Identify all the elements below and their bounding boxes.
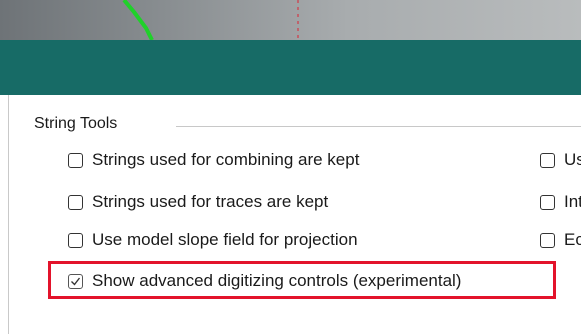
option-trace-strings-kept[interactable]: Strings used for traces are kept (68, 192, 328, 212)
option-label: Us (564, 150, 581, 169)
checkbox[interactable] (540, 194, 555, 210)
option-combining-strings-kept[interactable]: Strings used for combining are kept (68, 150, 359, 170)
option-label: Strings used for combining are kept (92, 150, 360, 169)
option-right-1[interactable]: Us (540, 150, 581, 170)
option-label: Use model slope field for projection (92, 230, 358, 249)
header-bar (0, 40, 581, 95)
checkbox[interactable] (68, 152, 83, 168)
option-model-slope-projection[interactable]: Use model slope field for projection (68, 230, 358, 250)
checkbox[interactable] (540, 232, 555, 248)
option-label: Int (564, 192, 581, 211)
option-label: Ec (564, 230, 581, 249)
checkbox[interactable] (68, 232, 83, 248)
checkbox[interactable] (540, 152, 555, 168)
map-background (0, 0, 581, 40)
option-right-2[interactable]: Int (540, 192, 581, 212)
highlight-box (48, 261, 556, 299)
checkbox[interactable] (68, 194, 83, 210)
right-column-clip: Ec (536, 230, 581, 252)
group-divider (176, 126, 581, 127)
right-column-clip: Us (536, 150, 581, 172)
right-column-clip: Int (536, 192, 581, 214)
option-right-3[interactable]: Ec (540, 230, 581, 250)
option-label: Strings used for traces are kept (92, 192, 329, 211)
group-title: String Tools (34, 115, 118, 132)
